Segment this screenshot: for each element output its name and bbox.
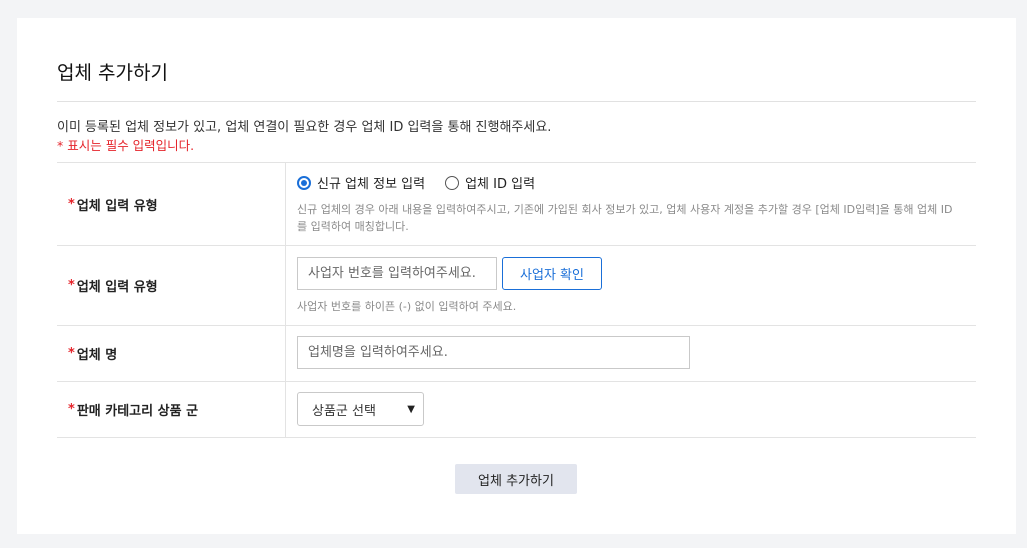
form-row-business-number: * 업체 입력 유형 사업자 확인 사업자 번호를 하이픈 (-) 없이 입력하…	[57, 246, 976, 326]
row-field: 사업자 확인 사업자 번호를 하이픈 (-) 없이 입력하여 주세요.	[286, 246, 976, 325]
row-label-text: 업체 입력 유형	[76, 198, 158, 214]
radio-label: 업체 ID 입력	[465, 177, 536, 192]
form-row-category: * 판매 카테고리 상품 군 상품군 선택 ▼	[57, 382, 976, 438]
radio-unchecked-icon[interactable]	[445, 175, 460, 190]
category-select[interactable]: 상품군 선택 ▼	[297, 392, 424, 426]
row-field: 상품군 선택 ▼	[286, 382, 976, 437]
required-mark: *	[68, 346, 75, 361]
radio-label: 신규 업체 정보 입력	[317, 177, 426, 192]
required-mark: *	[68, 402, 75, 417]
help-text: 신규 업체의 경우 아래 내용을 입력하여주시고, 기존에 가입된 회사 정보가…	[297, 203, 953, 233]
page-description: 이미 등록된 업체 정보가 있고, 업체 연결이 필요한 경우 업체 ID 입력…	[57, 120, 552, 135]
required-mark: *	[68, 196, 75, 212]
row-label-text: 업체 입력 유형	[76, 280, 158, 295]
add-company-button[interactable]: 업체 추가하기	[455, 464, 577, 494]
form-row-input-type: * 업체 입력 유형 신규 업체 정보 입력 업체 ID 입력 신규 업체의 경…	[57, 163, 976, 246]
radio-company-id[interactable]: 업체 ID 입력	[445, 173, 535, 192]
row-label: * 업체 입력 유형	[57, 163, 286, 245]
help-text: 사업자 번호를 하이픈 (-) 없이 입력하여 주세요.	[297, 300, 517, 313]
select-value: 상품군 선택	[312, 403, 376, 419]
row-field	[286, 326, 976, 381]
row-label: * 업체 입력 유형	[57, 246, 286, 325]
radio-checked-icon[interactable]	[297, 175, 311, 190]
row-label: * 판매 카테고리 상품 군	[57, 382, 286, 437]
chevron-down-icon: ▼	[407, 403, 415, 415]
required-mark: *	[68, 278, 75, 293]
radio-group: 신규 업체 정보 입력 업체 ID 입력	[297, 173, 976, 192]
page-title: 업체 추가하기	[57, 62, 168, 84]
company-form: * 업체 입력 유형 신규 업체 정보 입력 업체 ID 입력 신규 업체의 경…	[57, 162, 976, 438]
row-label-text: 판매 카테고리 상품 군	[76, 404, 199, 419]
verify-business-button[interactable]: 사업자 확인	[502, 257, 602, 290]
required-note: * 표시는 필수 입력입니다.	[57, 138, 195, 153]
row-field: 신규 업체 정보 입력 업체 ID 입력 신규 업체의 경우 아래 내용을 입력…	[286, 163, 976, 245]
row-label: * 업체 명	[57, 326, 286, 381]
company-name-input[interactable]	[297, 336, 690, 369]
row-label-text: 업체 명	[76, 348, 118, 363]
form-row-company-name: * 업체 명	[57, 326, 976, 382]
radio-new-company[interactable]: 신규 업체 정보 입력	[297, 173, 425, 192]
business-number-input[interactable]	[297, 257, 497, 290]
title-divider	[57, 101, 976, 102]
add-company-card: 업체 추가하기 이미 등록된 업체 정보가 있고, 업체 연결이 필요한 경우 …	[17, 18, 1016, 534]
business-number-group: 사업자 확인	[297, 257, 976, 290]
